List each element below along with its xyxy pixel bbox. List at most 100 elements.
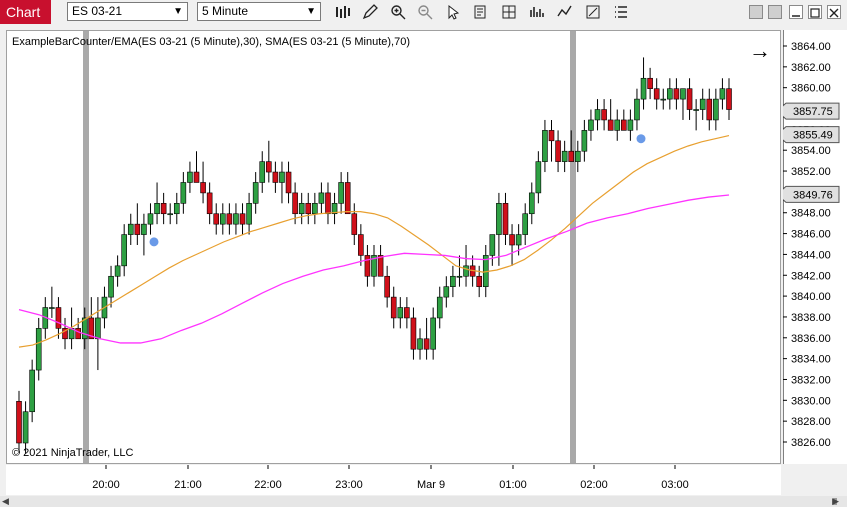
time-axis[interactable]: 20:00 21:00 22:00 23:00 Mar 9 01:00 02:00 03:00 bbox=[6, 465, 781, 495]
candle-body bbox=[167, 213, 174, 216]
candle-body bbox=[285, 171, 292, 194]
bar-type-icon[interactable] bbox=[334, 3, 352, 21]
candle-body bbox=[259, 161, 266, 183]
candle-body bbox=[200, 182, 206, 194]
chart-panel[interactable] bbox=[6, 30, 781, 464]
candle-body bbox=[193, 171, 200, 183]
pointer-icon[interactable] bbox=[444, 3, 462, 21]
time-tick-label: Mar 9 bbox=[417, 479, 445, 491]
price-marker-label: 3857.75 bbox=[793, 106, 833, 118]
candle-body bbox=[680, 88, 686, 100]
candle-body bbox=[233, 213, 239, 225]
candle-body bbox=[686, 88, 693, 110]
candle-body bbox=[272, 171, 279, 183]
templates-icon[interactable] bbox=[584, 3, 602, 21]
instrument-select[interactable]: ES 03-21 ▼ bbox=[67, 2, 188, 21]
price-tick-label: 3828.00 bbox=[791, 416, 831, 428]
bar-counter-marker bbox=[636, 134, 646, 144]
candle-body bbox=[49, 307, 55, 309]
zoom-out-icon[interactable] bbox=[416, 3, 434, 21]
drawing-tool-pencil-icon[interactable] bbox=[361, 3, 379, 21]
candle-body bbox=[318, 192, 325, 204]
candle-body bbox=[719, 88, 726, 100]
candle-body bbox=[496, 203, 502, 235]
candle-body bbox=[141, 223, 147, 235]
session-break-line bbox=[83, 31, 89, 463]
price-tick-label: 3846.00 bbox=[791, 229, 831, 241]
link-button[interactable] bbox=[749, 5, 763, 19]
close-button[interactable] bbox=[827, 5, 841, 19]
indicators-icon[interactable] bbox=[528, 3, 546, 21]
time-tick-label: 02:00 bbox=[580, 479, 608, 491]
data-box-icon[interactable] bbox=[472, 3, 490, 21]
price-tick-label: 3830.00 bbox=[791, 395, 831, 407]
session-break-line bbox=[570, 31, 576, 463]
candle-body bbox=[108, 275, 114, 298]
candle-body bbox=[581, 130, 588, 152]
candle-body bbox=[325, 192, 331, 215]
scroll-left-arrow-icon[interactable]: ◀ bbox=[2, 496, 9, 507]
chart-trader-icon[interactable] bbox=[500, 3, 518, 21]
candle-body bbox=[226, 213, 233, 225]
candle-body bbox=[344, 182, 351, 215]
candle-body bbox=[542, 130, 548, 162]
instrument-link-button[interactable] bbox=[768, 5, 782, 19]
minimize-button[interactable] bbox=[789, 5, 803, 19]
candle-body bbox=[588, 119, 594, 131]
candle-body bbox=[555, 140, 561, 162]
candle-body bbox=[206, 192, 213, 215]
candle-body bbox=[390, 296, 397, 319]
properties-menu-icon[interactable] bbox=[612, 3, 630, 21]
price-tick-label: 3836.00 bbox=[791, 333, 831, 345]
price-tick-label: 3842.00 bbox=[791, 270, 831, 282]
candle-body bbox=[29, 369, 35, 413]
candle-body bbox=[298, 203, 305, 215]
candle-body bbox=[279, 171, 285, 183]
price-tick-label: 3840.00 bbox=[791, 291, 831, 303]
candle-body bbox=[160, 203, 167, 215]
candle-body bbox=[436, 296, 443, 319]
price-tick-label: 3838.00 bbox=[791, 312, 831, 324]
candle-body bbox=[621, 119, 627, 131]
candle-body bbox=[364, 255, 371, 277]
horizontal-scrollbar[interactable]: ◀ ▶ bbox=[0, 496, 847, 507]
candle-body bbox=[292, 192, 298, 215]
candle-body bbox=[667, 88, 673, 100]
candle-body bbox=[22, 411, 29, 444]
price-chart[interactable] bbox=[7, 31, 780, 463]
candle-body bbox=[653, 88, 660, 100]
price-tick-label: 3844.00 bbox=[791, 249, 831, 261]
candle-body bbox=[660, 98, 667, 101]
candle-body bbox=[548, 130, 555, 142]
candle-body bbox=[450, 275, 456, 287]
candle-body bbox=[384, 275, 390, 298]
time-tick-label: 03:00 bbox=[661, 479, 689, 491]
candle-body bbox=[673, 88, 680, 100]
chart-toolbar: Chart ES 03-21 ▼ 5 Minute ▼ bbox=[0, 0, 847, 24]
candle-body bbox=[147, 213, 154, 225]
price-tick-label: 3864.00 bbox=[791, 41, 831, 53]
candle-body bbox=[397, 307, 404, 319]
price-marker-label: 3855.49 bbox=[793, 130, 833, 142]
candle-body bbox=[75, 328, 81, 340]
candle-body bbox=[430, 317, 436, 350]
candle-body bbox=[95, 317, 101, 340]
chart-tab[interactable]: Chart bbox=[0, 0, 51, 24]
time-tick-label: 23:00 bbox=[335, 479, 363, 491]
candle-body bbox=[443, 286, 450, 298]
maximize-button[interactable] bbox=[808, 5, 822, 19]
candle-body bbox=[358, 234, 364, 256]
candle-body bbox=[404, 307, 410, 319]
scroll-right-arrow-icon[interactable]: ▶ bbox=[832, 496, 839, 507]
candle-body bbox=[699, 98, 706, 110]
bar-counter-marker bbox=[149, 237, 159, 247]
strategies-icon[interactable] bbox=[556, 3, 574, 21]
scroll-to-end-icon[interactable]: → bbox=[749, 40, 771, 62]
candle-body bbox=[574, 150, 581, 162]
candle-body bbox=[489, 234, 496, 256]
candle-body bbox=[568, 150, 575, 162]
zoom-in-icon[interactable] bbox=[389, 3, 407, 21]
price-axis[interactable]: 3864.003862.003860.003858.003856.003854.… bbox=[776, 30, 847, 464]
price-tick-label: 3834.00 bbox=[791, 354, 831, 366]
interval-select[interactable]: 5 Minute ▼ bbox=[197, 2, 321, 21]
